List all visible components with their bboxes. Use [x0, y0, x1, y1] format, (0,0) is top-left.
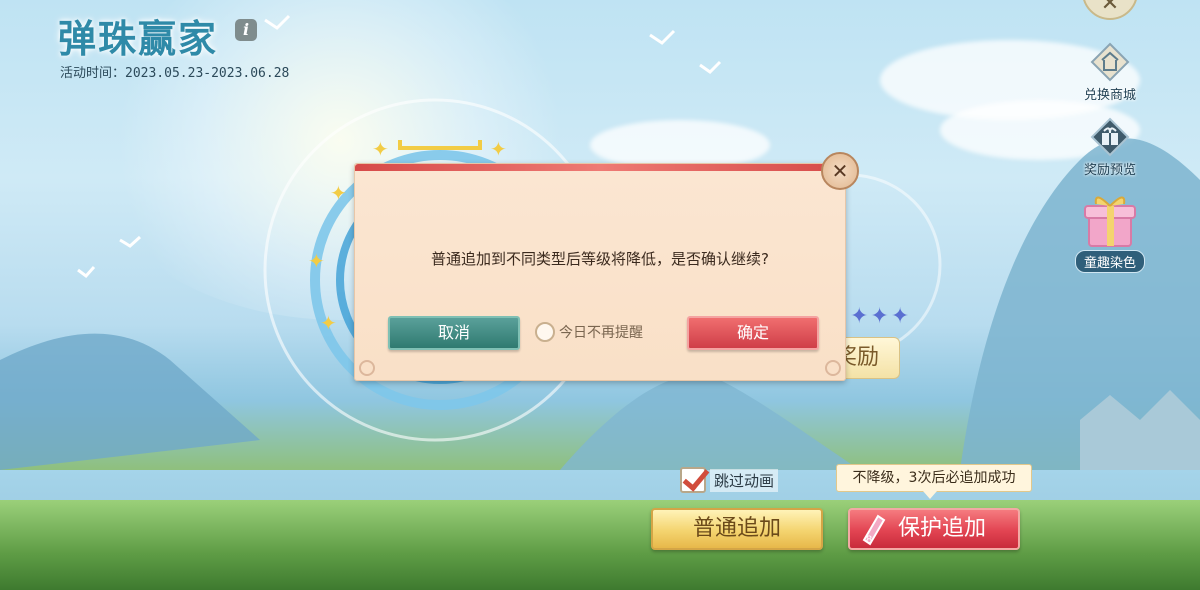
- svg-text:✦: ✦: [372, 140, 389, 161]
- info-icon[interactable]: i: [235, 19, 257, 41]
- present-icon: [1084, 196, 1136, 247]
- svg-text:✦: ✦: [308, 249, 325, 273]
- protect-item-count: 8: [866, 534, 872, 546]
- sidebar-item-label: 童趣染色: [1075, 250, 1145, 273]
- grass: [0, 500, 1200, 590]
- confirm-button[interactable]: 确定: [687, 316, 819, 350]
- bird: [699, 60, 722, 74]
- activity-date: 活动时间：2023.05.23-2023.06.28: [60, 66, 290, 81]
- bird: [649, 29, 676, 45]
- sidebar-item-dye[interactable]: 童趣染色: [1075, 190, 1145, 273]
- svg-text:✦: ✦: [330, 181, 347, 205]
- no-remind-today-toggle[interactable]: 今日不再提醒: [535, 322, 643, 342]
- no-remind-label: 今日不再提醒: [559, 325, 643, 341]
- sidebar-item-label: 兑换商城: [1083, 88, 1136, 103]
- stars: ✦✦✦: [850, 304, 912, 329]
- bird: [264, 14, 291, 30]
- mountain-left: [0, 333, 260, 470]
- shop-icon: [1090, 42, 1130, 82]
- cancel-button[interactable]: 取消: [388, 316, 520, 350]
- skip-animation-checkbox[interactable]: [680, 467, 706, 493]
- skip-animation-label: 跳过动画: [710, 468, 779, 492]
- normal-add-button[interactable]: 普通追加: [651, 508, 823, 550]
- dialog-corner-ornament: [359, 360, 375, 376]
- skip-animation-toggle[interactable]: 跳过动画: [680, 467, 779, 493]
- protect-item-icon: 8: [862, 514, 886, 546]
- dialog-top-bar: [355, 164, 845, 171]
- no-remind-radio[interactable]: [535, 322, 555, 342]
- bird: [119, 235, 142, 248]
- game-title: 弹珠赢家: [58, 16, 219, 61]
- dialog-message: 普通追加到不同类型后等级将降低，是否确认继续?: [431, 250, 769, 268]
- dialog-close-icon[interactable]: ✕: [821, 152, 859, 190]
- sidebar-item-shop[interactable]: 兑换商城: [1075, 42, 1145, 103]
- sidebar-item-label: 奖励预览: [1083, 163, 1136, 178]
- svg-text:✦: ✦: [490, 140, 507, 161]
- gift-box-icon: [1090, 117, 1130, 157]
- dialog-corner-ornament: [825, 360, 841, 376]
- sidebar-item-reward-preview[interactable]: 奖励预览: [1075, 117, 1145, 178]
- svg-text:✦: ✦: [320, 311, 337, 335]
- protect-hint-tooltip: 不降级，3次后必追加成功: [836, 464, 1032, 499]
- bird: [77, 266, 96, 279]
